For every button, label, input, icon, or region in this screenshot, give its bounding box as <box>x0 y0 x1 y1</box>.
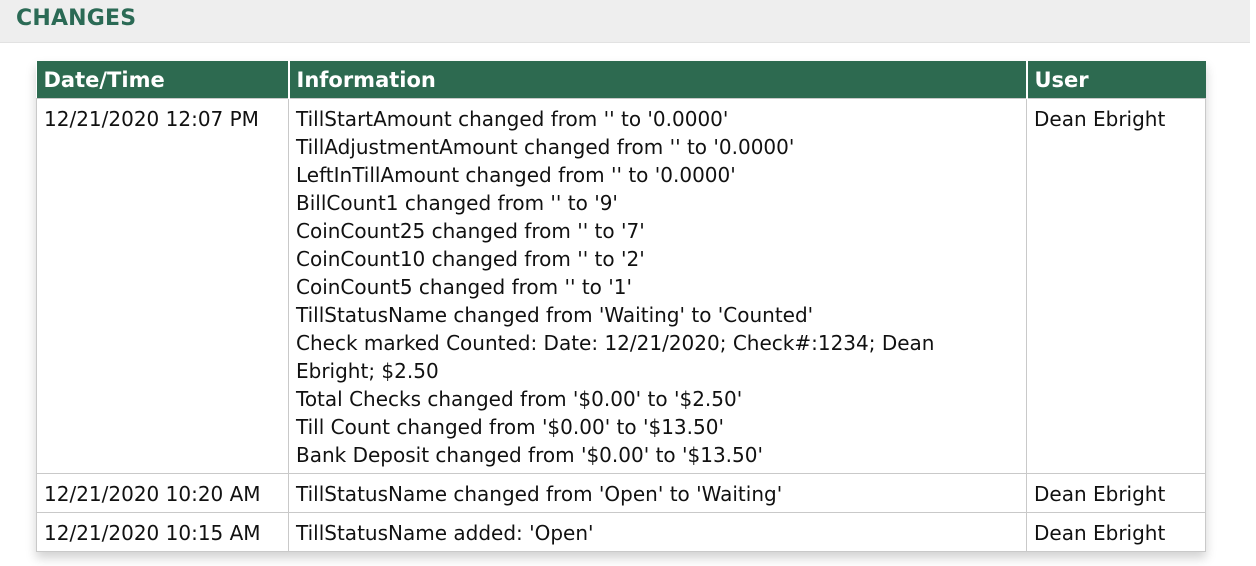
column-header-user[interactable]: User <box>1026 61 1206 99</box>
info-line: Bank Deposit changed from '$0.00' to '$1… <box>296 443 763 467</box>
cell-datetime: 12/21/2020 12:07 PM <box>36 98 289 474</box>
cell-datetime: 12/21/2020 10:15 AM <box>36 512 289 552</box>
table-row: 12/21/2020 10:20 AM TillStatusName chang… <box>36 473 1206 513</box>
info-line: Till Count changed from '$0.00' to '$13.… <box>296 415 724 439</box>
column-header-datetime[interactable]: Date/Time <box>36 61 290 99</box>
changes-table: Date/Time Information User 12/21/2020 12… <box>36 61 1206 552</box>
info-line: LeftInTillAmount changed from '' to '0.0… <box>296 163 736 187</box>
info-line: Total Checks changed from '$0.00' to '$2… <box>296 387 743 411</box>
table-row: 12/21/2020 10:15 AM TillStatusName added… <box>36 512 1206 552</box>
info-line: BillCount1 changed from '' to '9' <box>296 191 618 215</box>
cell-user: Dean Ebright <box>1026 473 1206 513</box>
info-line: CoinCount10 changed from '' to '2' <box>296 247 645 271</box>
info-line: TillStartAmount changed from '' to '0.00… <box>296 107 729 131</box>
table-header-row: Date/Time Information User <box>36 61 1206 99</box>
info-line: CoinCount25 changed from '' to '7' <box>296 219 645 243</box>
info-line: TillAdjustmentAmount changed from '' to … <box>296 135 795 159</box>
section-title: CHANGES <box>16 6 137 31</box>
table-row: 12/21/2020 12:07 PM TillStartAmount chan… <box>36 98 1206 474</box>
changes-section-header: CHANGES <box>0 0 1250 43</box>
info-line: TillStatusName added: 'Open' <box>296 521 594 545</box>
cell-information: TillStatusName added: 'Open' <box>288 512 1027 552</box>
cell-information: TillStatusName changed from 'Open' to 'W… <box>288 473 1027 513</box>
info-line: Check marked Counted: Date: 12/21/2020; … <box>296 331 935 383</box>
cell-datetime: 12/21/2020 10:20 AM <box>36 473 289 513</box>
cell-user: Dean Ebright <box>1026 98 1206 474</box>
column-header-information[interactable]: Information <box>288 61 1028 99</box>
cell-user: Dean Ebright <box>1026 512 1206 552</box>
cell-information: TillStartAmount changed from '' to '0.00… <box>288 98 1027 474</box>
info-line: CoinCount5 changed from '' to '1' <box>296 275 632 299</box>
info-line: TillStatusName changed from 'Open' to 'W… <box>296 482 783 506</box>
info-line: TillStatusName changed from 'Waiting' to… <box>296 303 814 327</box>
